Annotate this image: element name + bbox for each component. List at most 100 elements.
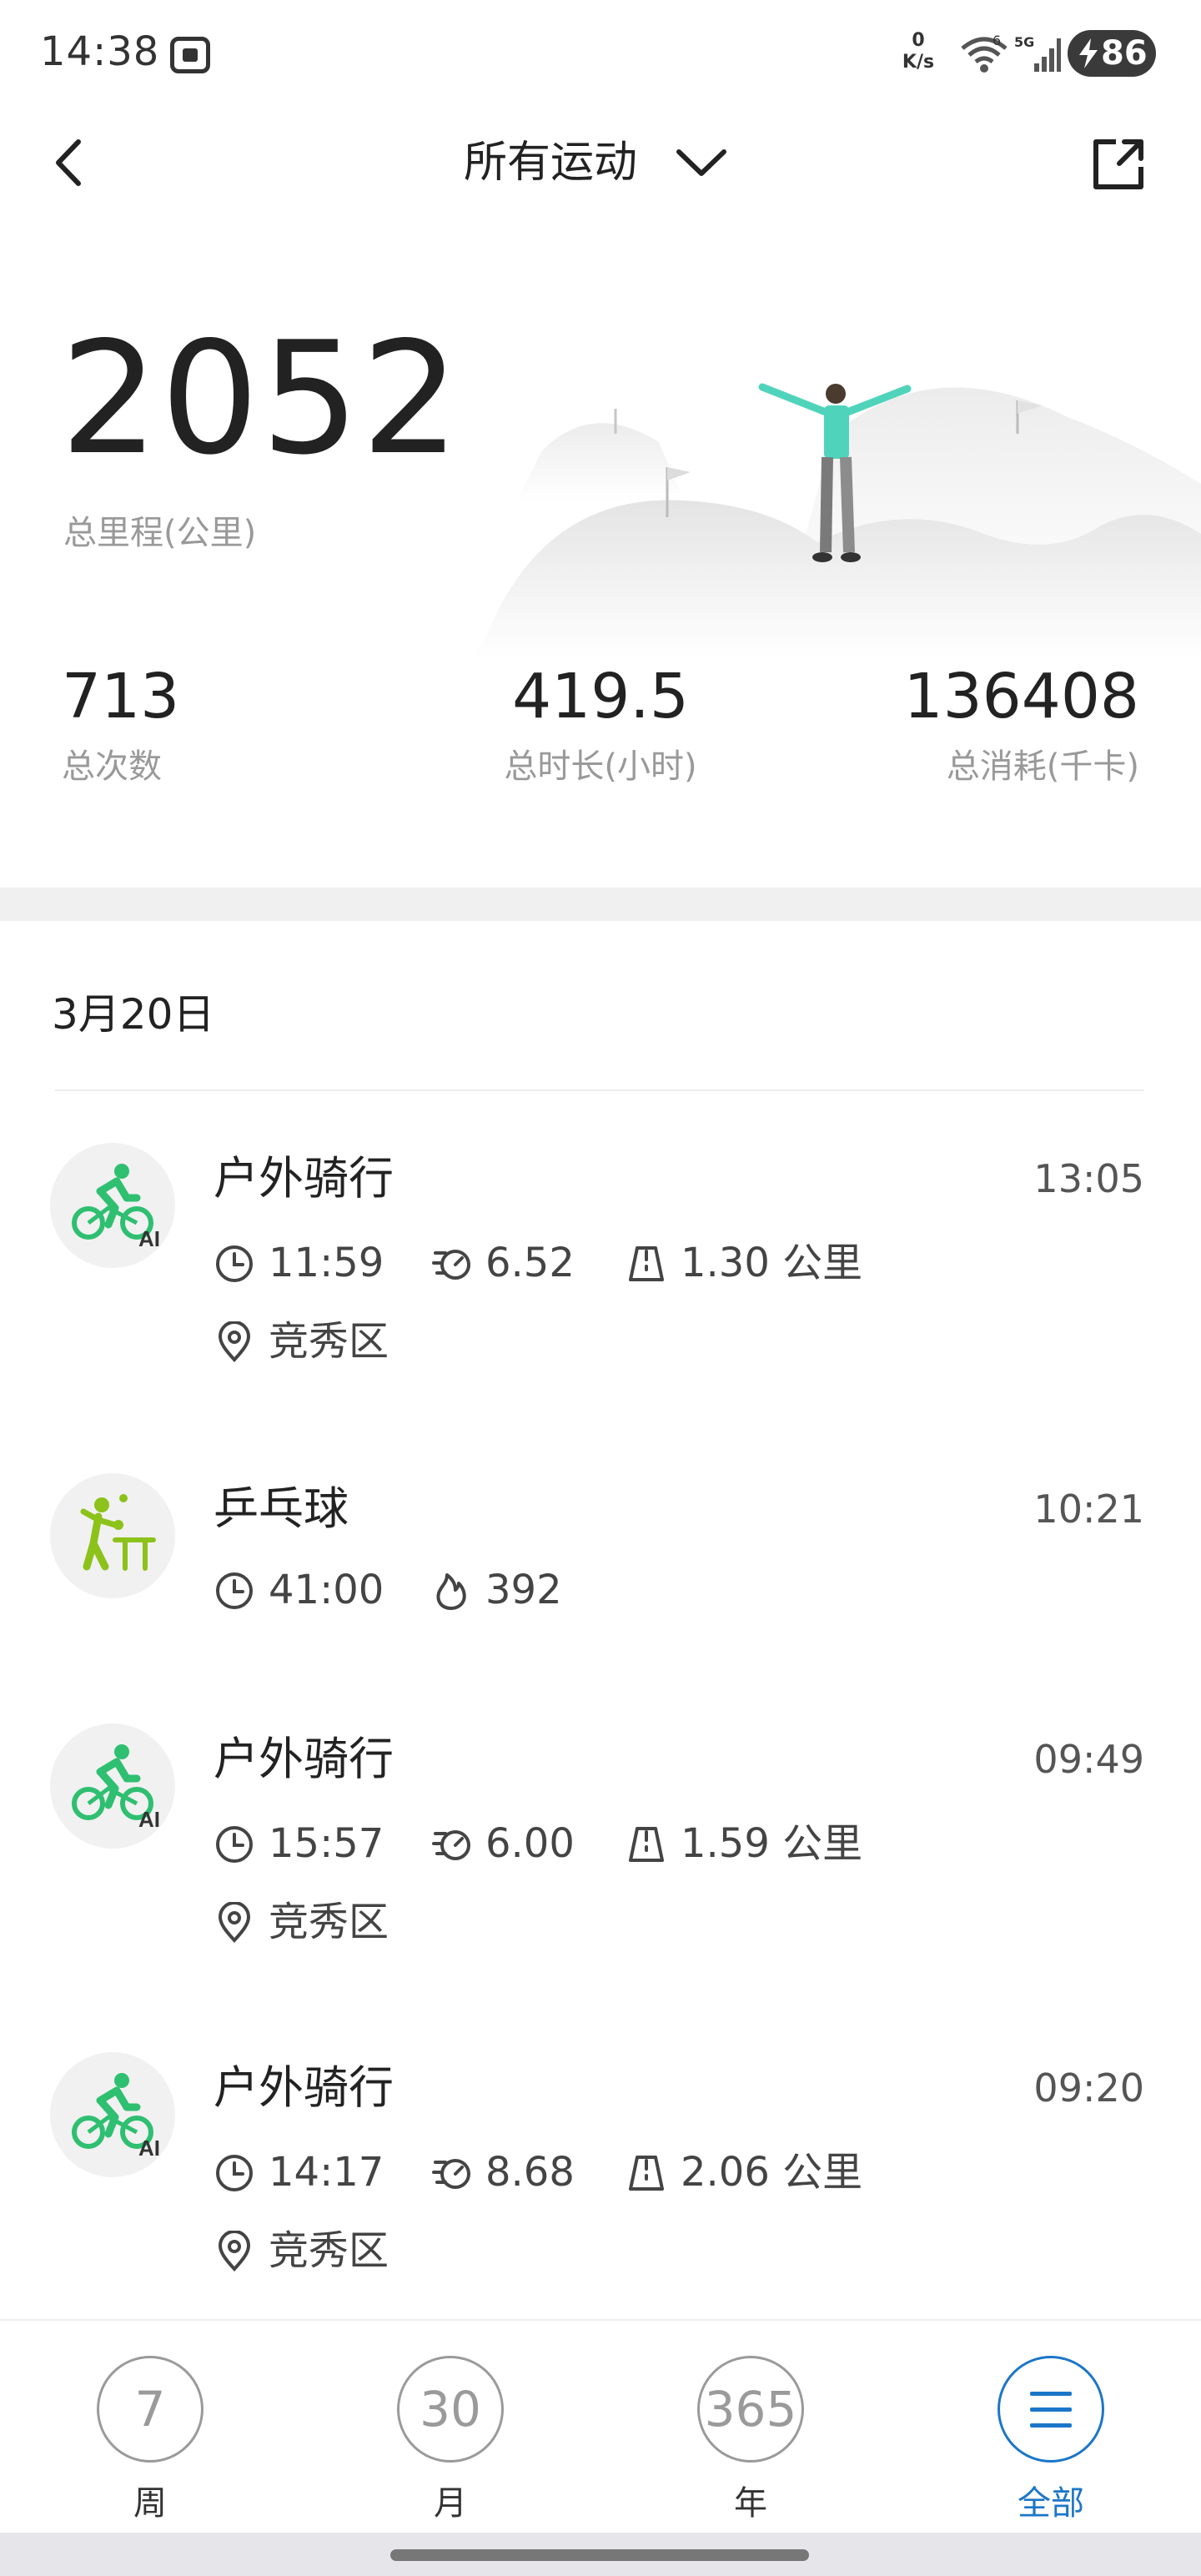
location-value: 竞秀区 (269, 1899, 389, 1945)
calories-value: 392 (485, 1567, 562, 1613)
share-export-icon[interactable] (1088, 133, 1149, 195)
distance-value: 2.06 公里 (681, 2149, 863, 2196)
record-type: 户外骑行 (214, 1152, 394, 1205)
location-value: 竞秀区 (269, 1318, 389, 1365)
ai-badge: AI (138, 1807, 160, 1832)
tab-all[interactable]: 全部 (967, 2339, 1134, 2531)
list-item[interactable]: AI 户外骑行 13:05 11:59 6.52 1.30 公里 竞秀区 (0, 1135, 1201, 1435)
flame-icon (436, 1573, 466, 1610)
record-metrics: 41:00 392 (214, 1563, 964, 1617)
menu-icon (1030, 2392, 1072, 2428)
tab-all-label: 全部 (1018, 2484, 1084, 2523)
network-speed-unit: K/s (902, 52, 935, 73)
home-indicator[interactable] (390, 2549, 809, 2561)
top-app-bar: 所有运动 (0, 108, 1201, 217)
stat-total-duration: 419.5 总时长(小时) (467, 659, 734, 787)
duration-value: 41:00 (269, 1567, 384, 1613)
cycling-icon: AI (50, 2052, 175, 2177)
divider (55, 1089, 1144, 1091)
road-distance-icon (629, 1246, 664, 1281)
stat-label: 总消耗(千卡) (946, 747, 1139, 786)
total-distance-label: 总里程(公里) (63, 514, 257, 552)
stat-value: 419.5 (512, 661, 689, 732)
pace-value: 6.52 (485, 1240, 575, 1286)
clock-icon (216, 1572, 253, 1609)
wifi-label: 6 (992, 33, 1001, 48)
clock-icon (216, 2155, 253, 2191)
status-bar: 14:38 0 K/s 6 5G 86 (0, 0, 1201, 108)
distance-value: 1.30 公里 (681, 1240, 863, 1286)
wifi-icon: 6 (961, 33, 1008, 73)
duration-value: 14:17 (269, 2149, 384, 2196)
record-start-time: 09:49 (1033, 1737, 1144, 1782)
record-location: 竞秀区 (214, 2224, 714, 2277)
network-speed-value: 0 (912, 30, 925, 51)
system-gesture-bar (0, 2533, 1201, 2576)
network-speed: 0 K/s (897, 30, 939, 73)
record-type: 户外骑行 (214, 1733, 394, 1785)
charging-bolt-icon (1079, 38, 1098, 68)
stat-value: 136408 (903, 661, 1140, 732)
tab-week-number: 7 (97, 2356, 204, 2463)
tab-month-number: 30 (397, 2356, 504, 2463)
tab-all-circle (997, 2356, 1104, 2463)
period-tab-bar: 7 周 30 月 365 年 全部 (0, 2319, 1201, 2533)
stat-total-count: 713 总次数 (62, 659, 179, 787)
duration-value: 11:59 (269, 1240, 384, 1286)
speedometer-icon (432, 2159, 470, 2189)
speedometer-icon (432, 1830, 470, 1860)
record-metrics: 11:59 6.52 1.30 公里 (214, 1236, 964, 1290)
location-pin-icon (218, 1902, 251, 1943)
tab-year-label: 年 (734, 2484, 767, 2523)
table-tennis-icon (50, 1473, 175, 1598)
tab-week-label: 周 (133, 2484, 167, 2523)
record-location: 竞秀区 (214, 1315, 714, 1368)
list-item[interactable]: AI 户外骑行 09:20 14:17 8.68 2.06 公里 竞秀区 (0, 2044, 1201, 2319)
stat-label: 总次数 (62, 747, 162, 786)
distance-value: 1.59 公里 (681, 1820, 863, 1867)
tab-year[interactable]: 365 年 (667, 2339, 834, 2531)
chevron-down-icon[interactable] (672, 140, 731, 182)
clock-icon (216, 1826, 253, 1863)
mountain-hero-illustration (467, 383, 1201, 659)
record-location: 竞秀区 (214, 1895, 714, 1949)
stat-total-calories: 136408 总消耗(千卡) (904, 659, 1140, 787)
battery-indicator: 86 (1068, 30, 1156, 77)
date-group-header: 3月20日 (52, 990, 215, 1039)
record-start-time: 10:21 (1033, 1487, 1144, 1532)
screenshot-indicator-icon (170, 37, 210, 73)
pace-value: 8.68 (485, 2149, 575, 2196)
clock-icon (216, 1245, 253, 1282)
section-divider (0, 888, 1201, 921)
tab-week[interactable]: 7 周 (67, 2339, 234, 2531)
stat-label: 总时长(小时) (504, 747, 697, 786)
road-distance-icon (629, 1827, 664, 1862)
pace-value: 6.00 (485, 1820, 575, 1867)
duration-value: 15:57 (269, 1820, 384, 1867)
cycling-icon: AI (50, 1723, 175, 1849)
record-type: 户外骑行 (214, 2061, 394, 2114)
battery-level: 86 (1101, 34, 1148, 73)
record-type: 乒乓球 (214, 1482, 349, 1535)
tab-month-label: 月 (434, 2484, 467, 2523)
list-item[interactable]: AI 户外骑行 09:49 15:57 6.00 1.59 公里 竞秀区 (0, 1715, 1201, 2015)
ai-badge: AI (138, 2136, 160, 2161)
cycling-icon: AI (50, 1143, 175, 1268)
sport-filter-title[interactable]: 所有运动 (464, 133, 637, 192)
tab-month[interactable]: 30 月 (367, 2339, 534, 2531)
location-pin-icon (218, 1321, 251, 1362)
stat-value: 713 (62, 661, 180, 732)
tab-year-number: 365 (697, 2356, 804, 2463)
total-distance-value: 2052 (60, 308, 462, 489)
list-item[interactable]: 乒乓球 10:21 41:00 392 (0, 1465, 1201, 1690)
record-start-time: 13:05 (1033, 1156, 1144, 1201)
record-start-time: 09:20 (1033, 2065, 1144, 2111)
road-distance-icon (629, 2156, 664, 2191)
status-time: 14:38 (40, 28, 160, 75)
cellular-signal-icon: 5G (1014, 34, 1061, 72)
cell-label: 5G (1014, 34, 1034, 50)
record-metrics: 14:17 8.68 2.06 公里 (214, 2146, 964, 2199)
location-pin-icon (218, 2231, 251, 2272)
ai-badge: AI (138, 1226, 160, 1251)
chevron-left-icon[interactable] (42, 133, 100, 192)
